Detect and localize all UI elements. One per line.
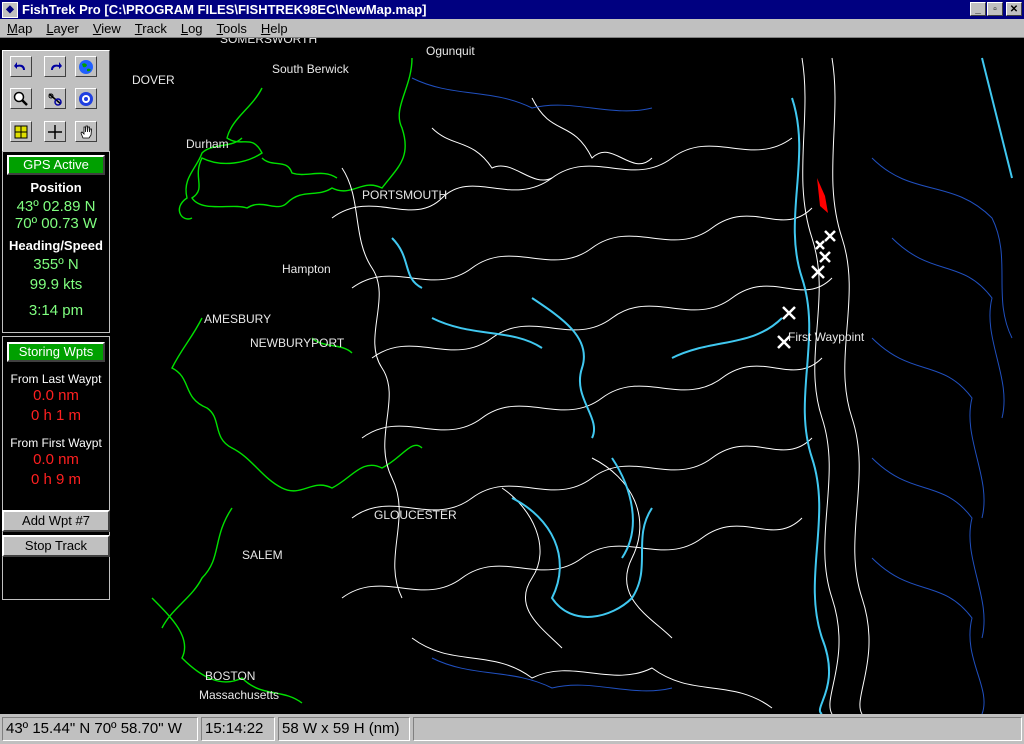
label-hampton: Hampton — [282, 262, 331, 276]
add-waypoint-button[interactable]: Add Wpt #7 — [2, 510, 110, 532]
speed-value: 99.9 kts — [29, 276, 83, 293]
from-last-distance: 0.0 nm — [33, 387, 79, 404]
from-first-distance: 0.0 nm — [33, 451, 79, 468]
menu-help[interactable]: Help — [254, 21, 295, 36]
longitude-value: 70º 00.73 W — [14, 215, 98, 232]
heading-value: 355º N — [33, 256, 79, 273]
menu-bar: Map Layer View Track Log Tools Help — [0, 19, 1024, 38]
crosshair-button[interactable] — [44, 121, 66, 142]
globe-button[interactable] — [75, 56, 97, 77]
title-bar: ◆ FishTrek Pro [C:\PROGRAM FILES\FISHTRE… — [0, 0, 1024, 19]
time-value: 3:14 pm — [28, 302, 84, 319]
contours-blue — [411, 77, 1013, 714]
menu-layer[interactable]: Layer — [39, 21, 86, 36]
layer-button[interactable] — [10, 121, 32, 142]
menu-track[interactable]: Track — [128, 21, 174, 36]
contours-cyan — [391, 57, 1013, 714]
from-last-time: 0 h 1 m — [30, 407, 82, 424]
minimize-button[interactable]: _ — [970, 2, 986, 16]
label-south-berwick: South Berwick — [272, 62, 349, 76]
gps-status-button[interactable]: GPS Active — [7, 155, 105, 175]
maximize-button[interactable]: ▫ — [987, 2, 1003, 16]
cursor-position: 43º 15.44" N 70º 58.70" W — [2, 717, 198, 741]
gps-box: GPS Active Position 43º 02.89 N 70º 00.7… — [2, 151, 110, 333]
waypoint-box: Storing Wpts From Last Waypt 0.0 nm 0 h … — [2, 336, 110, 600]
redo-button[interactable] — [44, 56, 66, 77]
window-title: FishTrek Pro [C:\PROGRAM FILES\FISHTREK9… — [22, 2, 427, 17]
menu-tools[interactable]: Tools — [210, 21, 254, 36]
pan-button[interactable] — [75, 121, 97, 142]
status-bar: 43º 15.44" N 70º 58.70" W 15:14:22 58 W … — [0, 714, 1024, 744]
layer-icon — [14, 125, 28, 138]
from-first-label: From First Waypt — [10, 436, 102, 450]
menu-view[interactable]: View — [86, 21, 128, 36]
crosshair-icon — [48, 124, 62, 139]
globe-icon — [79, 59, 93, 74]
hand-icon — [80, 125, 92, 138]
magnifier-icon — [13, 91, 28, 106]
stop-track-button[interactable]: Stop Track — [2, 535, 110, 557]
boat-marker — [817, 178, 828, 213]
target-icon — [79, 91, 93, 106]
map-extent: 58 W x 59 H (nm) — [278, 717, 410, 741]
from-first-time: 0 h 9 m — [30, 471, 82, 488]
label-salem: SALEM — [242, 548, 283, 562]
storing-wpts-button[interactable]: Storing Wpts — [7, 342, 105, 362]
from-last-label: From Last Waypt — [10, 372, 102, 386]
clock: 15:14:22 — [201, 717, 275, 741]
label-newburyport: NEWBURYPORT — [250, 336, 345, 350]
label-dover: DOVER — [132, 73, 175, 87]
label-boston: BOSTON — [205, 669, 256, 683]
menu-log[interactable]: Log — [174, 21, 210, 36]
label-first-waypoint: First Waypoint — [788, 330, 865, 344]
undo-icon — [14, 61, 25, 70]
measure-button[interactable] — [44, 88, 66, 109]
control-panel: GPS Active Position 43º 02.89 N 70º 00.7… — [0, 38, 112, 714]
status-message — [413, 717, 1022, 741]
position-label: Position — [30, 180, 82, 195]
label-somersworth: SOMERSWORTH — [220, 38, 318, 46]
latitude-value: 43º 02.89 N — [16, 198, 96, 215]
coastline — [151, 57, 423, 704]
label-durham: Durham — [186, 137, 229, 151]
window-controls: _ ▫ ✕ — [969, 2, 1022, 16]
label-portsmouth: PORTSMOUTH — [362, 188, 448, 202]
label-massachusetts: Massachusetts — [199, 688, 280, 702]
measure-icon — [48, 92, 62, 106]
close-button[interactable]: ✕ — [1006, 2, 1022, 16]
app-icon[interactable]: ◆ — [2, 1, 18, 18]
redo-icon — [51, 61, 62, 70]
map-canvas[interactable]: SOMERSWORTH Ogunquit DOVER South Berwick… — [112, 38, 1024, 714]
bathymetry-contours — [151, 57, 1013, 714]
target-button[interactable] — [75, 88, 97, 109]
label-ogunquit: Ogunquit — [426, 44, 475, 58]
undo-button[interactable] — [10, 56, 32, 77]
zoom-button[interactable] — [10, 88, 32, 109]
label-gloucester: GLOUCESTER — [374, 508, 457, 522]
heading-speed-label: Heading/Speed — [9, 238, 103, 253]
label-amesbury: AMESBURY — [204, 312, 272, 326]
menu-map[interactable]: Map — [0, 21, 39, 36]
